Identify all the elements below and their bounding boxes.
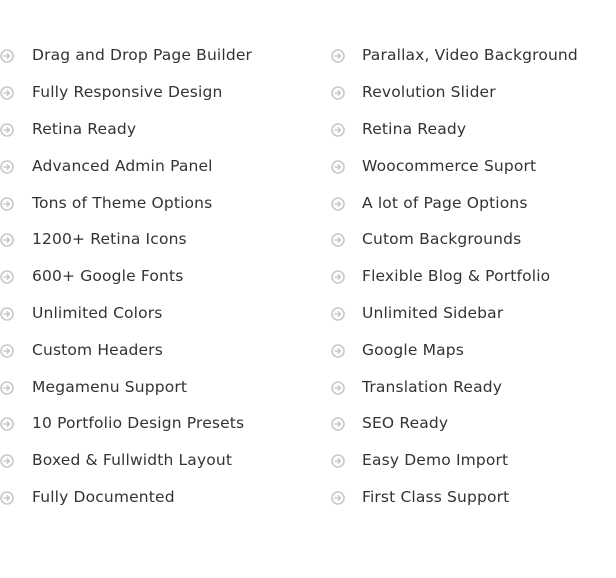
- arrow-circle-right-icon: [0, 159, 14, 174]
- feature-label: Custom Headers: [32, 340, 163, 359]
- arrow-circle-right-icon: [0, 416, 14, 432]
- arrow-circle-right-icon: [0, 490, 14, 505]
- arrow-circle-right-icon: [331, 232, 345, 248]
- feature-label: 10 Portfolio Design Presets: [32, 414, 245, 433]
- arrow-circle-right-icon: [0, 269, 14, 284]
- feature-label: Revolution Slider: [362, 83, 496, 102]
- feature-label: Unlimited Sidebar: [362, 303, 504, 322]
- feature-item: Revolution Slider: [330, 74, 616, 111]
- feature-label: Easy Demo Import: [362, 451, 509, 470]
- feature-label: Flexible Blog & Portfolio: [362, 267, 551, 286]
- arrow-circle-right-icon: [0, 380, 14, 395]
- arrow-circle-right-icon: [331, 159, 345, 174]
- feature-label: A lot of Page Options: [362, 193, 528, 212]
- feature-label: Advanced Admin Panel: [32, 156, 213, 175]
- arrow-circle-right-icon: [0, 48, 14, 64]
- feature-item: Boxed & Fullwidth Layout: [0, 442, 330, 479]
- arrow-circle-right-icon: [331, 380, 345, 395]
- feature-item: Retina Ready: [0, 111, 330, 148]
- feature-column-left: Drag and Drop Page Builder Fully Respons…: [0, 37, 330, 515]
- feature-item: SEO Ready: [330, 405, 616, 442]
- feature-item: Drag and Drop Page Builder: [0, 37, 330, 74]
- arrow-circle-right-icon: [331, 490, 345, 505]
- feature-label: Unlimited Colors: [32, 303, 163, 322]
- feature-item: A lot of Page Options: [330, 184, 616, 221]
- arrow-circle-right-icon: [331, 196, 345, 211]
- feature-label: Fully Documented: [32, 487, 175, 506]
- feature-item: Translation Ready: [330, 368, 616, 405]
- feature-item: Google Maps: [330, 331, 616, 368]
- arrow-circle-right-icon: [331, 306, 345, 321]
- arrow-circle-right-icon: [331, 343, 345, 358]
- feature-item: Retina Ready: [330, 111, 616, 148]
- feature-item: Unlimited Sidebar: [330, 295, 616, 332]
- feature-item: Woocommerce Suport: [330, 147, 616, 184]
- feature-label: Google Maps: [362, 340, 465, 359]
- feature-item: 1200+ Retina Icons: [0, 221, 330, 258]
- feature-item: First Class Support: [330, 479, 616, 516]
- feature-label: Drag and Drop Page Builder: [32, 46, 253, 65]
- feature-item: Flexible Blog & Portfolio: [330, 258, 616, 295]
- arrow-circle-right-icon: [331, 416, 345, 432]
- arrow-circle-right-icon: [0, 343, 14, 358]
- arrow-circle-right-icon: [0, 122, 14, 137]
- feature-item: Megamenu Support: [0, 368, 330, 405]
- arrow-circle-right-icon: [331, 269, 345, 284]
- arrow-circle-right-icon: [331, 453, 345, 468]
- feature-label: Tons of Theme Options: [32, 193, 213, 212]
- feature-label: 1200+ Retina Icons: [32, 230, 187, 249]
- feature-label: Translation Ready: [362, 377, 503, 396]
- feature-item: 600+ Google Fonts: [0, 258, 330, 295]
- feature-item: Easy Demo Import: [330, 442, 616, 479]
- feature-label: SEO Ready: [362, 414, 449, 433]
- feature-label: 600+ Google Fonts: [32, 267, 184, 286]
- feature-item: Cutom Backgrounds: [330, 221, 616, 258]
- arrow-circle-right-icon: [331, 48, 345, 64]
- feature-label: Cutom Backgrounds: [362, 230, 522, 249]
- feature-list: Drag and Drop Page Builder Fully Respons…: [0, 37, 616, 515]
- feature-label: Megamenu Support: [32, 377, 188, 396]
- feature-item: Fully Documented: [0, 479, 330, 516]
- feature-item: Parallax, Video Background: [330, 37, 616, 74]
- feature-label: Woocommerce Suport: [362, 156, 537, 175]
- feature-item: Fully Responsive Design: [0, 74, 330, 111]
- feature-item: Tons of Theme Options: [0, 184, 330, 221]
- feature-label: Fully Responsive Design: [32, 83, 223, 102]
- feature-label: Parallax, Video Background: [362, 46, 578, 65]
- arrow-circle-right-icon: [331, 122, 345, 137]
- feature-label: Retina Ready: [362, 119, 467, 138]
- arrow-circle-right-icon: [331, 85, 345, 100]
- feature-label: Boxed & Fullwidth Layout: [32, 451, 233, 470]
- arrow-circle-right-icon: [0, 85, 14, 100]
- feature-label: First Class Support: [362, 487, 510, 506]
- arrow-circle-right-icon: [0, 453, 14, 468]
- feature-column-right: Parallax, Video Background Revolution Sl…: [330, 37, 616, 515]
- arrow-circle-right-icon: [0, 232, 14, 248]
- feature-item: Custom Headers: [0, 331, 330, 368]
- arrow-circle-right-icon: [0, 306, 14, 321]
- feature-item: Advanced Admin Panel: [0, 147, 330, 184]
- arrow-circle-right-icon: [0, 196, 14, 211]
- feature-item: Unlimited Colors: [0, 295, 330, 332]
- feature-label: Retina Ready: [32, 119, 137, 138]
- feature-item: 10 Portfolio Design Presets: [0, 405, 330, 442]
